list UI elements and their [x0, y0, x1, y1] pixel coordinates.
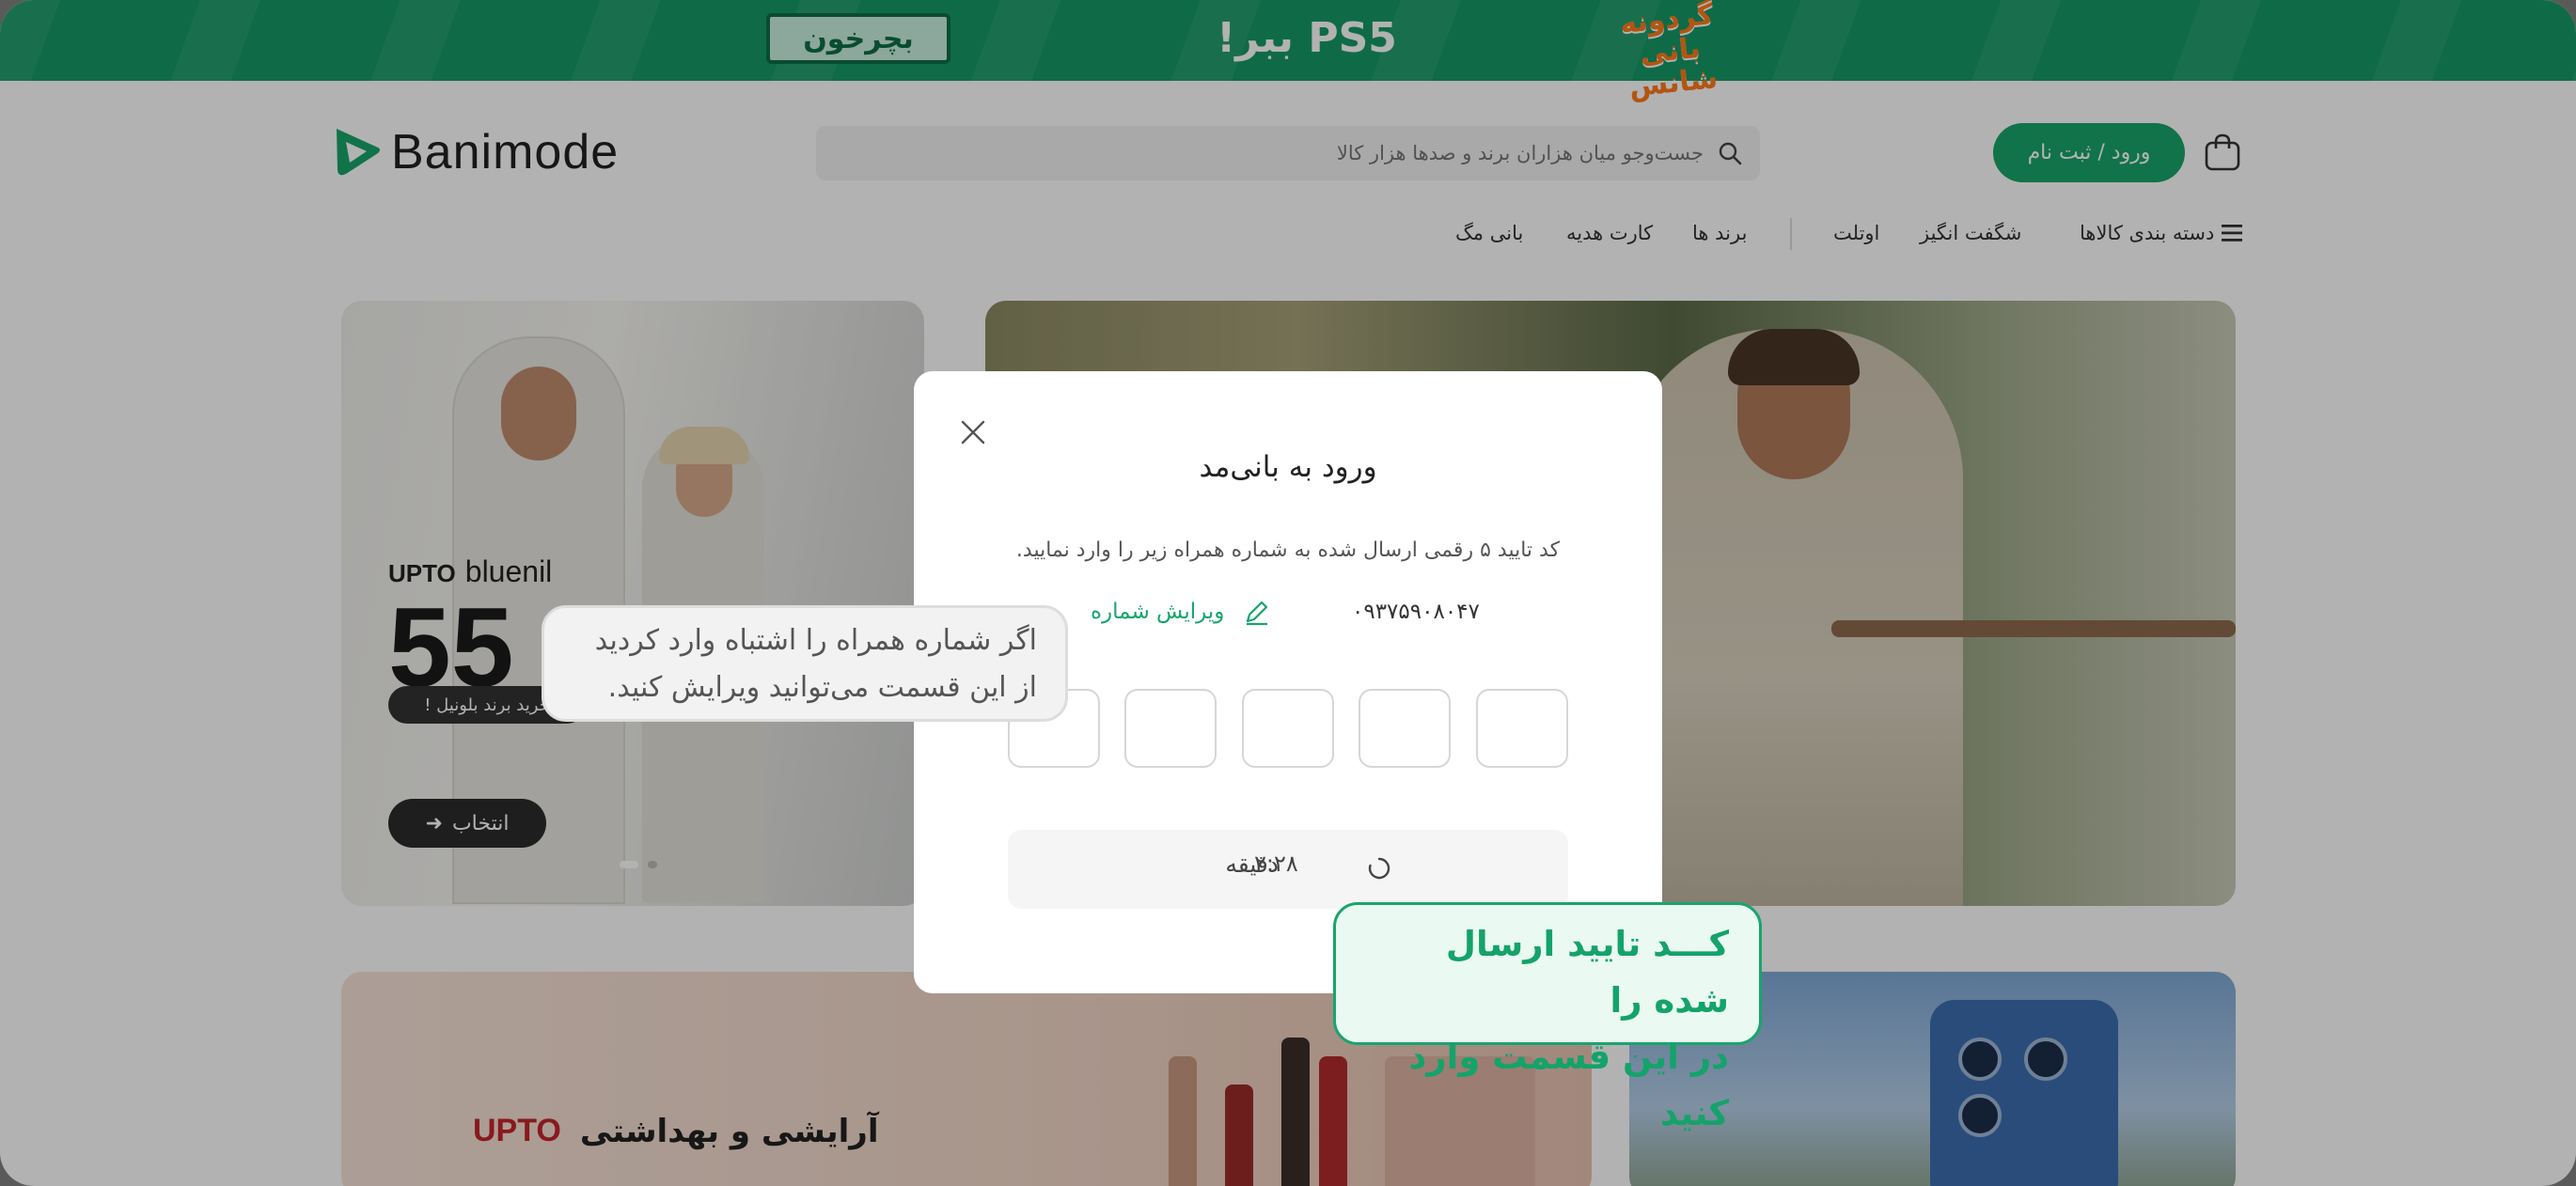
otp-digit-input[interactable]	[1359, 689, 1451, 768]
pencil-icon	[1247, 601, 1268, 626]
tooltip-line: از این قسمت می‌توانید ویرایش کنید.	[607, 671, 1037, 704]
tooltip-line: کـــد تایید ارسال شده را	[1445, 924, 1729, 1021]
modal-title: ورود به بانی‌مد	[1199, 450, 1377, 484]
close-icon[interactable]	[957, 416, 989, 448]
timer-unit-label: دقیقه	[1225, 850, 1279, 878]
edit-phone-tooltip: اگر شماره همراه را اشتباه وارد کردید از …	[542, 605, 1068, 722]
otp-tooltip: کـــد تایید ارسال شده را در این قسمت وار…	[1333, 902, 1762, 1133]
phone-number: ۰۹۳۷۵۹۰۸۰۴۷	[1352, 600, 1480, 624]
loading-icon	[1368, 857, 1390, 880]
tooltip-line: اگر شماره همراه را اشتباه وارد کردید	[594, 624, 1037, 657]
browser-viewport: بچرخون PS5 ببر! گردونه بانی شانس Banimod…	[0, 0, 2576, 1186]
edit-phone-link[interactable]: ویرایش شماره	[1091, 593, 1271, 631]
otp-instruction: کد تایید ۵ رقمی ارسال شده به شماره همراه…	[1015, 538, 1561, 562]
tooltip-line: در این قسمت وارد کنید	[1408, 1037, 1729, 1133]
edit-phone-label: ویرایش شماره	[1091, 600, 1225, 624]
otp-digit-input[interactable]	[1242, 689, 1334, 768]
otp-digit-input[interactable]	[1124, 689, 1217, 768]
otp-digit-input[interactable]	[1476, 689, 1568, 768]
resend-timer: ۲:۲۸ دقیقه	[1008, 830, 1568, 909]
